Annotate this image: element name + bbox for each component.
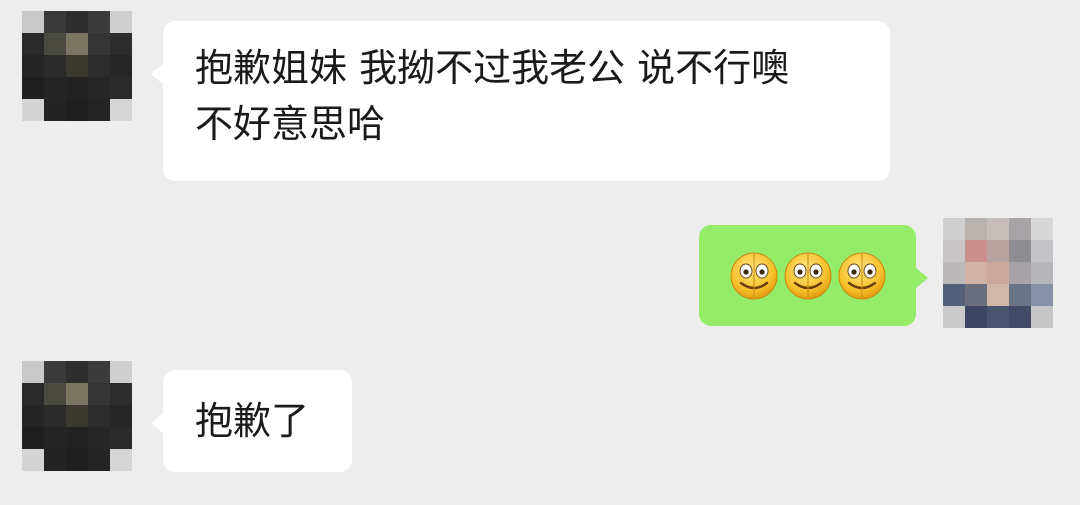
melting-smile-emoji	[784, 252, 831, 299]
outgoing-message-bubble[interactable]	[699, 225, 928, 326]
contact-avatar[interactable]	[22, 11, 132, 121]
melting-smile-emoji	[838, 252, 885, 299]
message-text-line: 抱歉姐妹 我拗不过我老公 说不行噢	[195, 46, 790, 90]
message-text-line: 不好意思哈	[195, 102, 386, 146]
self-avatar[interactable]	[943, 218, 1053, 328]
melting-smile-emoji	[730, 252, 777, 299]
incoming-message-bubble[interactable]: 抱歉了	[151, 370, 352, 472]
contact-avatar[interactable]	[22, 361, 132, 471]
message-text: 抱歉了	[195, 399, 310, 443]
incoming-message-bubble[interactable]: 抱歉姐妹 我拗不过我老公 说不行噢 不好意思哈	[151, 21, 890, 181]
